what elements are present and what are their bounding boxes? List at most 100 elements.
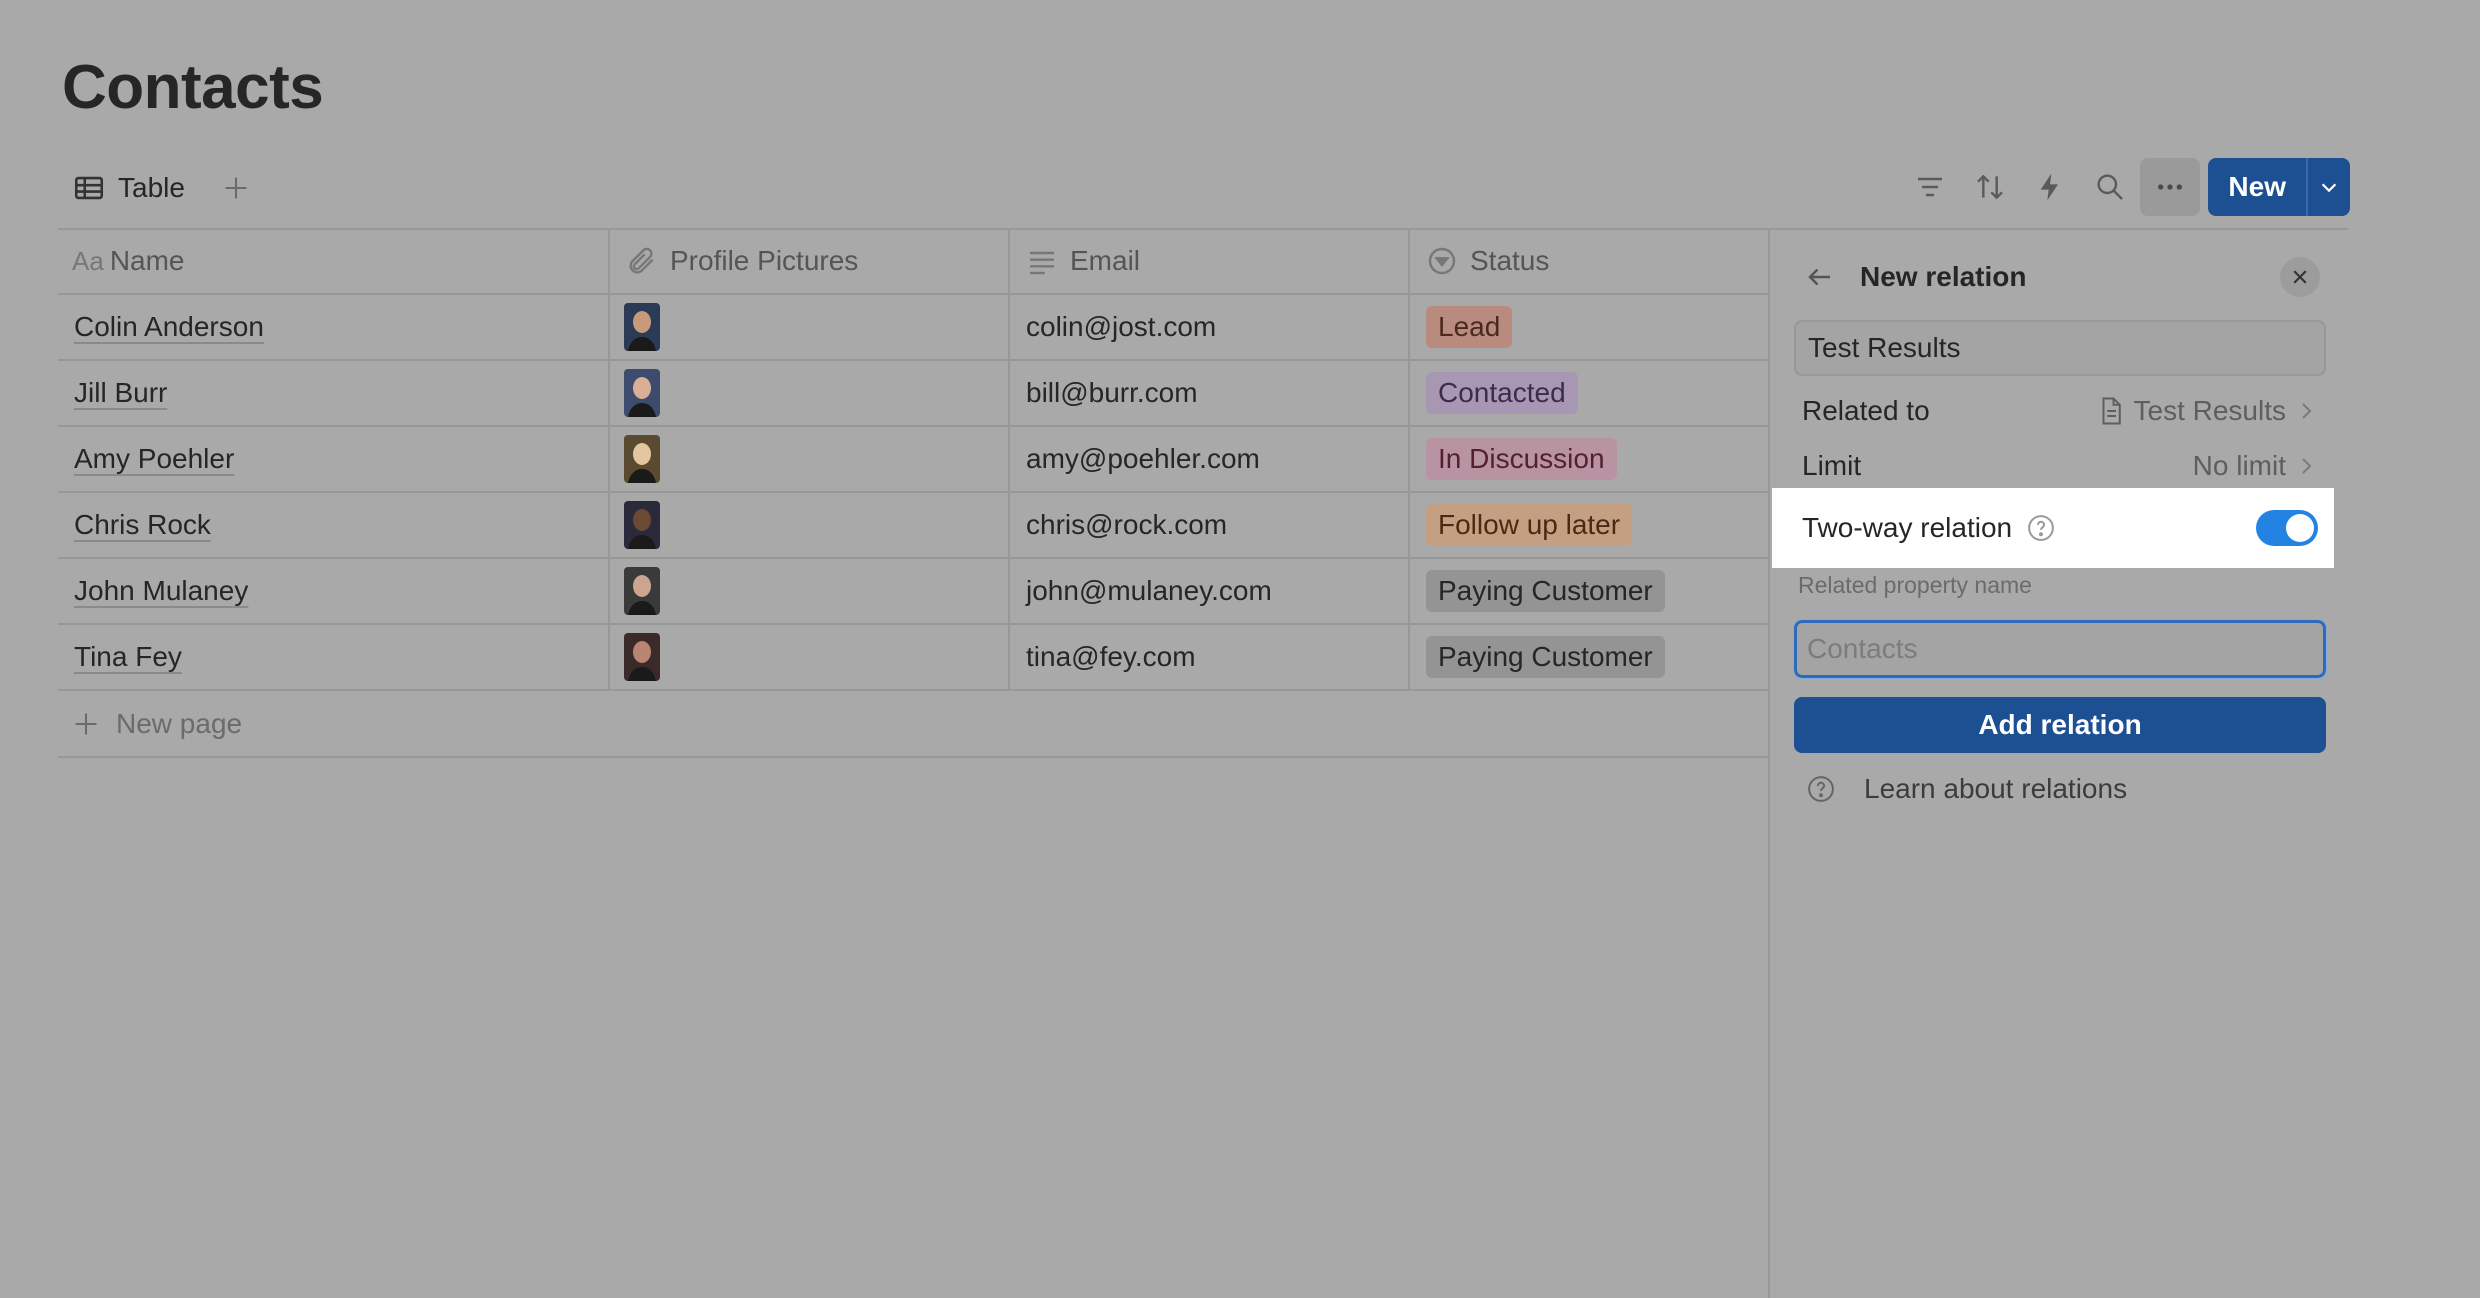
avatar[interactable] <box>624 435 660 483</box>
two-way-relation-label: Two-way relation <box>1802 512 2013 543</box>
lightning-icon <box>2041 173 2059 201</box>
table-row-status[interactable]: Paying Customer <box>1426 624 1665 690</box>
more-options-button[interactable] <box>2140 158 2201 216</box>
status-badge: Lead <box>1426 306 1513 348</box>
table-row-profile-picture <box>624 624 660 690</box>
avatar[interactable] <box>624 567 660 615</box>
table-row-profile-picture <box>624 558 660 624</box>
table-row-profile-picture <box>624 492 660 558</box>
tab-table[interactable]: Table <box>72 171 185 205</box>
limit-value: No limit <box>2193 450 2318 482</box>
help-icon[interactable] <box>2026 513 2056 543</box>
page-icon <box>2102 397 2121 425</box>
chevron-right-icon <box>2302 458 2312 474</box>
table-row-email[interactable]: chris@rock.com <box>1026 492 1227 558</box>
table-row-profile-picture <box>624 426 660 492</box>
search-button[interactable] <box>2080 158 2140 216</box>
table-row-name: John Mulaney <box>74 558 248 624</box>
limit-row[interactable]: Limit No limit <box>1802 441 2318 491</box>
row-title-link[interactable]: Amy Poehler <box>74 443 234 475</box>
status-badge: Follow up later <box>1426 504 1633 546</box>
column-header-label: Status <box>1470 245 1550 276</box>
new-page-button[interactable]: New page <box>72 694 242 754</box>
related-to-value-text: Test Results <box>2133 395 2287 426</box>
learn-about-relations-label: Learn about relations <box>1864 773 2128 804</box>
view-bar: Table <box>72 164 253 212</box>
back-button[interactable] <box>1800 257 1840 297</box>
table-row-status[interactable]: Lead <box>1426 294 1513 360</box>
row-title-link[interactable]: Chris Rock <box>74 509 211 541</box>
chevron-down-icon <box>2321 183 2337 193</box>
table-top-border <box>58 228 2348 230</box>
table-row-status[interactable]: Follow up later <box>1426 492 1633 558</box>
database-toolbar: New <box>1900 158 2350 216</box>
filter-button[interactable] <box>1900 158 1960 216</box>
column-divider <box>1408 228 1410 690</box>
table-row-name: Chris Rock <box>74 492 211 558</box>
column-header-label: Profile Pictures <box>670 245 859 276</box>
related-to-label: Related to <box>1802 395 1930 426</box>
table-row-profile-picture <box>624 360 660 426</box>
row-title-link[interactable]: Jill Burr <box>74 377 167 409</box>
learn-about-relations-link[interactable]: Learn about relations <box>1806 766 2127 812</box>
chevron-right-icon <box>2302 403 2312 419</box>
table-row-email[interactable]: colin@jost.com <box>1026 294 1216 360</box>
automation-button[interactable] <box>2020 158 2080 216</box>
add-relation-button[interactable]: Add relation <box>1794 697 2326 753</box>
avatar[interactable] <box>624 501 660 549</box>
avatar[interactable] <box>624 633 660 681</box>
row-title-link[interactable]: Tina Fey <box>74 641 182 673</box>
limit-value-text: No limit <box>2192 450 2286 481</box>
column-divider <box>1008 228 1010 690</box>
status-badge: Paying Customer <box>1426 636 1665 678</box>
table-row-name: Colin Anderson <box>74 294 264 360</box>
related-to-value: Test Results <box>2096 395 2319 427</box>
plus-icon <box>225 177 247 199</box>
table-bottom-border <box>58 756 1768 758</box>
row-title-link[interactable]: Colin Anderson <box>74 311 264 343</box>
panel-title: New relation <box>1860 261 2027 292</box>
status-badge: Paying Customer <box>1426 570 1665 612</box>
plus-icon <box>75 713 97 735</box>
avatar[interactable] <box>624 369 660 417</box>
table-icon <box>74 176 104 200</box>
add-view-button[interactable] <box>219 171 253 205</box>
sort-button[interactable] <box>1960 158 2020 216</box>
table-row-email[interactable]: john@mulaney.com <box>1026 558 1272 624</box>
limit-label: Limit <box>1802 450 1862 481</box>
table-row-status[interactable]: Paying Customer <box>1426 558 1665 624</box>
status-badge: In Discussion <box>1426 438 1617 480</box>
table-row-name: Tina Fey <box>74 624 182 690</box>
avatar[interactable] <box>624 303 660 351</box>
close-button[interactable] <box>2280 257 2320 297</box>
new-button[interactable]: New <box>2208 158 2306 216</box>
new-dropdown-button[interactable] <box>2306 158 2350 216</box>
status-badge: Contacted <box>1426 372 1578 414</box>
toggle-knob <box>2286 514 2314 542</box>
table-row-email[interactable]: amy@poehler.com <box>1026 426 1260 492</box>
panel-header: New relation <box>1800 250 2320 304</box>
ellipsis-icon <box>2158 184 2183 190</box>
table-row-profile-picture <box>624 294 660 360</box>
two-way-relation-toggle[interactable] <box>2256 510 2318 546</box>
new-page-label: New page <box>116 708 243 739</box>
text-lines-icon <box>1030 251 1054 275</box>
column-header-email[interactable]: Email <box>1026 228 1140 294</box>
tab-table-label: Table <box>118 172 185 203</box>
related-to-row[interactable]: Related to Test Results <box>1802 386 2318 436</box>
table-row-status[interactable]: Contacted <box>1426 360 1578 426</box>
paperclip-icon <box>629 247 654 274</box>
panel-divider <box>1768 228 1770 1298</box>
table-row-email[interactable]: tina@fey.com <box>1026 624 1196 690</box>
related-property-input[interactable] <box>1793 619 2327 679</box>
close-icon <box>2293 270 2307 284</box>
column-header-profile-pictures[interactable]: Profile Pictures <box>626 228 858 294</box>
row-title-link[interactable]: John Mulaney <box>74 575 248 607</box>
table-row-status[interactable]: In Discussion <box>1426 426 1617 492</box>
column-header-status[interactable]: Status <box>1426 228 1549 294</box>
relation-name-input[interactable] <box>1794 320 2326 376</box>
column-header-name[interactable]: Aa Name <box>72 228 185 294</box>
text-icon: Aa <box>72 245 104 276</box>
table-row-email[interactable]: bill@burr.com <box>1026 360 1198 426</box>
column-header-label: Name <box>109 245 185 276</box>
